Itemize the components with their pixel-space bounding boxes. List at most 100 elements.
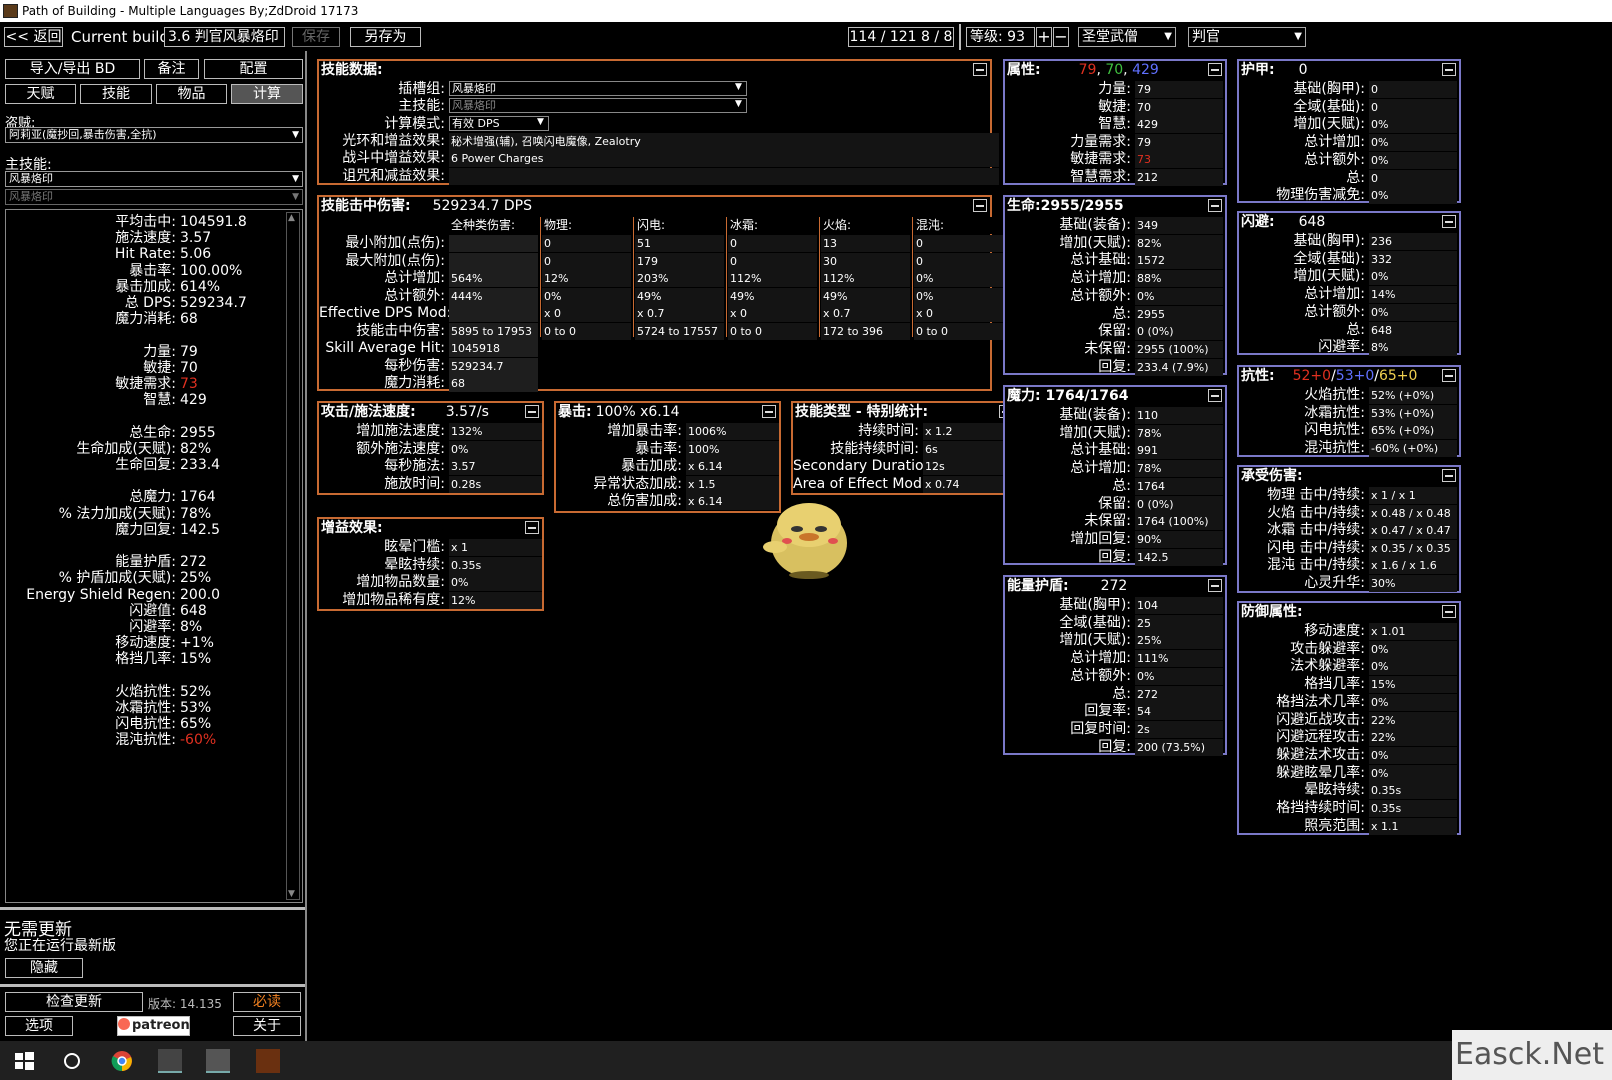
sidebar-stat-label: 冰霜抗性:	[115, 700, 176, 716]
stat-value: 0%	[1369, 151, 1457, 169]
scroll-down-icon[interactable]: ▼	[288, 889, 295, 899]
bandit-dropdown[interactable]: 阿莉亚(魔抄回,暴击伤害,全抗) ▼	[5, 127, 303, 143]
column-divider	[912, 217, 913, 337]
skill-data-value[interactable]: 有效 DPS	[449, 115, 549, 131]
collapse-icon[interactable]	[1442, 63, 1456, 76]
tab-calcs[interactable]: 计算	[231, 84, 303, 104]
save-as-button[interactable]: 另存为	[350, 27, 421, 47]
stat-value: 2s	[1135, 720, 1223, 738]
sidebar-scrollbar[interactable]: ▲ ▼	[286, 212, 300, 900]
stat-label: 总计基础:	[1070, 442, 1131, 459]
stat-value: 90%	[1135, 530, 1223, 548]
collapse-icon[interactable]	[1208, 579, 1222, 592]
stat-label: 闪电 击中/持续:	[1267, 539, 1365, 556]
collapse-icon[interactable]	[1208, 389, 1222, 402]
stat-label: 回复率:	[1084, 703, 1131, 720]
config-button[interactable]: 配置	[204, 59, 303, 79]
level-field[interactable]: 等级: 93	[966, 27, 1035, 47]
evasion-section: 闪避: 648 基础(胸甲): 236 全域(基础): 332 增加(天赋): 0% 总计增加…	[1237, 211, 1461, 357]
hide-button[interactable]: 隐藏	[5, 958, 83, 978]
section-title: 攻击/施法速度:	[321, 404, 416, 420]
stat-label: 法术躲避率:	[1290, 658, 1365, 675]
options-button[interactable]: 选项	[5, 1016, 73, 1036]
collapse-icon[interactable]	[973, 63, 987, 76]
stat-label: 增加物品稀有度:	[342, 591, 445, 608]
section-title: 能量护盾:	[1007, 578, 1069, 594]
stat-label: 增加回复:	[1070, 530, 1131, 547]
tab-skills[interactable]: 技能	[80, 84, 152, 104]
stat-label: 增加(天赋):	[1059, 632, 1131, 649]
collapse-icon[interactable]	[1442, 215, 1456, 228]
collapse-icon[interactable]	[973, 199, 987, 212]
level-plus-button[interactable]: +	[1036, 27, 1052, 47]
skill-data-value[interactable]: 风暴烙印	[449, 81, 747, 96]
section-header: 暴击: 100% x6.14	[556, 403, 680, 421]
collapse-icon[interactable]	[1208, 199, 1222, 212]
top-toolbar: << 返回 Current build: 3.6 判官风暴烙印 保存 另存为 1…	[0, 22, 1612, 51]
level-minus-button[interactable]: −	[1053, 27, 1069, 47]
stat-label: 心灵升华:	[1304, 574, 1365, 591]
stat-value: 15%	[1369, 676, 1457, 694]
stat-label: 混沌抗性:	[1304, 439, 1365, 456]
os-taskbar	[0, 1041, 1612, 1080]
tab-tree[interactable]: 天赋	[5, 84, 76, 104]
stat-label: 总计基础:	[1070, 252, 1131, 269]
stat-label: 插槽组:	[398, 81, 445, 97]
tab-items[interactable]: 物品	[156, 84, 227, 104]
main-skill-sub-dropdown[interactable]: 风暴烙印 ▼	[5, 189, 303, 205]
stat-label: 混沌 击中/持续:	[1267, 557, 1365, 573]
collapse-icon[interactable]	[525, 405, 539, 418]
import-export-button[interactable]: 导入/导出 BD	[5, 59, 140, 79]
collapse-icon[interactable]	[1208, 63, 1222, 76]
main-skill-dropdown[interactable]: 风暴烙印 ▼	[5, 171, 303, 187]
collapse-icon[interactable]	[762, 405, 776, 418]
table-cell: 0%	[914, 287, 1003, 305]
chevron-down-icon: ▼	[292, 130, 299, 140]
search-icon[interactable]	[60, 1049, 84, 1073]
collapse-icon[interactable]	[1442, 369, 1456, 382]
stat-value: x 1 / x 1	[1369, 487, 1457, 504]
skill-data-value[interactable]: 风暴烙印	[449, 98, 747, 114]
stat-value: 0%	[1369, 658, 1457, 676]
stat-value: 0%	[1369, 134, 1457, 152]
table-cell: 5724 to 17557	[635, 322, 724, 340]
collapse-icon[interactable]	[525, 521, 539, 534]
pob-taskbar-icon[interactable]	[158, 1049, 182, 1073]
stat-label: 诅咒和减益效果:	[342, 167, 445, 184]
stat-label: 战斗中增益效果:	[342, 150, 445, 167]
table-cell: x 0	[542, 305, 631, 322]
collapse-icon[interactable]	[1442, 469, 1456, 482]
sidebar-stat-label: 混沌抗性:	[115, 732, 176, 749]
main-skill-sub-value: 风暴烙印	[9, 190, 53, 203]
pob-active-taskbar-icon[interactable]	[206, 1049, 230, 1073]
save-button[interactable]: 保存	[292, 27, 340, 47]
windows-start-icon[interactable]	[12, 1049, 36, 1073]
stat-value: 0%	[1369, 693, 1457, 711]
table-cell: 12%	[542, 270, 631, 287]
crit-value: 100% x6.14	[595, 404, 680, 420]
stat-label: 闪避近战攻击:	[1276, 711, 1365, 728]
stat-label: 格挡法术几率:	[1276, 693, 1365, 710]
ascendancy-dropdown[interactable]: 判官 ▼	[1188, 27, 1306, 47]
stat-value: 0.35s	[1369, 800, 1457, 817]
sidebar-stat-label: 格挡几率:	[115, 651, 176, 668]
check-update-button[interactable]: 检查更新	[5, 992, 143, 1012]
table-cell: x 0	[914, 305, 1003, 322]
back-button[interactable]: << 返回	[4, 27, 63, 47]
stat-value: 0%	[1369, 746, 1457, 764]
patreon-button[interactable]: patreon	[117, 1016, 190, 1036]
about-button[interactable]: 关于	[233, 1016, 301, 1036]
must-read-button[interactable]: 必读	[233, 992, 301, 1012]
stat-value: 429	[1135, 116, 1223, 133]
chrome-icon[interactable]	[110, 1049, 134, 1073]
sidebar-stat-value: 15%	[180, 651, 212, 668]
build-name-field[interactable]: 3.6 判官风暴烙印	[164, 27, 285, 47]
class-dropdown[interactable]: 圣堂武僧 ▼	[1078, 27, 1176, 47]
app-taskbar-icon[interactable]	[256, 1049, 280, 1073]
chevron-down-icon: ▼	[537, 116, 544, 127]
collapse-icon[interactable]	[1442, 605, 1456, 618]
notes-button[interactable]: 备注	[144, 59, 199, 79]
scroll-up-icon[interactable]: ▲	[288, 213, 295, 223]
sidebar-stat-value: 5.06	[180, 246, 212, 263]
table-cell: 0%	[914, 270, 1003, 287]
